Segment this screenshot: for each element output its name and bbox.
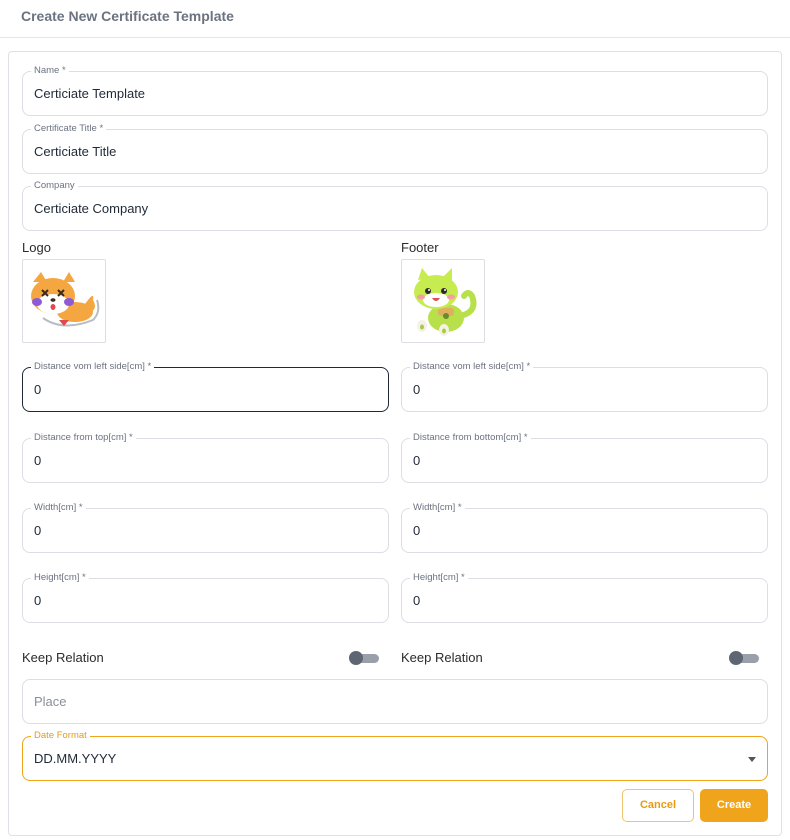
- toggle-thumb: [349, 651, 363, 665]
- toggle-thumb: [729, 651, 743, 665]
- footer-width-value: 0: [413, 523, 421, 538]
- place-field[interactable]: Place: [22, 679, 768, 724]
- name-field[interactable]: Name * Certiciate Template: [22, 65, 768, 116]
- certificate-title-label: Certificate Title *: [31, 123, 107, 135]
- logo-distance-left-value: 0: [34, 382, 42, 397]
- shiba-dog-mascot-icon: [31, 272, 100, 327]
- footer-heading: Footer: [401, 240, 439, 255]
- page-title: Create New Certificate Template: [21, 8, 234, 24]
- logo-distance-left-label: Distance vom left side[cm] *: [31, 361, 155, 373]
- logo-keep-relation-label: Keep Relation: [22, 650, 104, 665]
- footer-distance-left-field[interactable]: Distance vom left side[cm] * 0: [401, 361, 768, 412]
- footer-distance-bottom-value: 0: [413, 453, 421, 468]
- logo-width-label: Width[cm] *: [31, 502, 86, 514]
- logo-width-field[interactable]: Width[cm] * 0: [22, 502, 389, 553]
- logo-image[interactable]: [22, 259, 106, 343]
- create-button[interactable]: Create: [700, 789, 768, 822]
- cancel-button[interactable]: Cancel: [622, 789, 694, 822]
- footer-height-label: Height[cm] *: [410, 572, 468, 584]
- logo-width-value: 0: [34, 523, 42, 538]
- date-format-label: Date Format: [31, 730, 90, 742]
- caret-down-icon: [748, 757, 756, 762]
- footer-height-field[interactable]: Height[cm] * 0: [401, 572, 768, 623]
- logo-height-label: Height[cm] *: [31, 572, 89, 584]
- company-value: Certiciate Company: [34, 201, 149, 216]
- name-label: Name *: [31, 65, 69, 77]
- name-value: Certiciate Template: [34, 86, 146, 101]
- logo-distance-top-label: Distance from top[cm] *: [31, 432, 136, 444]
- footer-image[interactable]: [401, 259, 485, 343]
- logo-distance-top-field[interactable]: Distance from top[cm] * 0: [22, 432, 389, 483]
- footer-keep-relation-toggle[interactable]: [729, 651, 759, 665]
- footer-distance-left-value: 0: [413, 382, 421, 397]
- place-placeholder: Place: [34, 694, 67, 709]
- footer-height-value: 0: [413, 593, 421, 608]
- company-field[interactable]: Company Certiciate Company: [22, 180, 768, 231]
- certificate-title-value: Certiciate Title: [34, 144, 117, 159]
- logo-heading: Logo: [22, 240, 51, 255]
- date-format-value: DD.MM.YYYY: [34, 751, 117, 766]
- footer-keep-relation-label: Keep Relation: [401, 650, 483, 665]
- footer-width-field[interactable]: Width[cm] * 0: [401, 502, 768, 553]
- logo-distance-left-field[interactable]: Distance vom left side[cm] * 0: [22, 361, 389, 412]
- date-format-select[interactable]: Date Format DD.MM.YYYY: [22, 730, 768, 781]
- logo-distance-top-value: 0: [34, 453, 42, 468]
- footer-distance-bottom-label: Distance from bottom[cm] *: [410, 432, 531, 444]
- footer-distance-bottom-field[interactable]: Distance from bottom[cm] * 0: [401, 432, 768, 483]
- footer-width-label: Width[cm] *: [410, 502, 465, 514]
- footer-distance-left-label: Distance vom left side[cm] *: [410, 361, 534, 373]
- logo-keep-relation-toggle[interactable]: [349, 651, 379, 665]
- logo-height-value: 0: [34, 593, 42, 608]
- certificate-title-field[interactable]: Certificate Title * Certiciate Title: [22, 123, 768, 174]
- green-cat-mascot-icon: [414, 268, 477, 336]
- logo-height-field[interactable]: Height[cm] * 0: [22, 572, 389, 623]
- company-label: Company: [31, 180, 78, 192]
- page-header: Create New Certificate Template: [0, 0, 790, 38]
